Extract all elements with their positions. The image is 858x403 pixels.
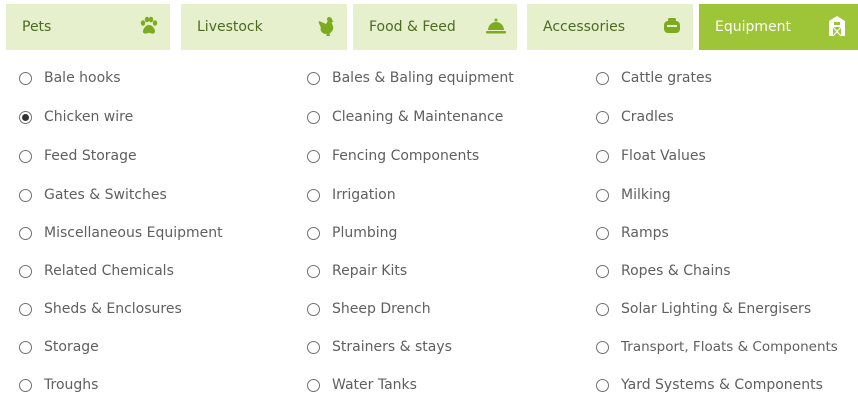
option-bale-hooks[interactable]: Bale hooks [19,66,121,90]
radio-button[interactable] [307,226,320,240]
accessory-icon [661,15,683,37]
option-sheep-drench[interactable]: Sheep Drench [307,297,431,321]
option-plumbing[interactable]: Plumbing [307,221,397,245]
option-label: Ropes & Chains [621,263,731,279]
radio-button[interactable] [19,378,32,392]
tab-equipment[interactable]: Equipment [699,4,858,50]
chicken-icon [315,15,337,37]
radio-button[interactable] [307,149,320,163]
option-label: Miscellaneous Equipment [44,225,223,241]
option-label: Irrigation [332,187,396,203]
tab-pets[interactable]: Pets [6,4,170,50]
option-repair-kits[interactable]: Repair Kits [307,259,407,283]
tab-label: Livestock [197,19,263,35]
option-label: Related Chemicals [44,263,174,279]
option-storage[interactable]: Storage [19,335,99,359]
option-label: Transport, Floats & Components [621,339,838,355]
radio-button[interactable] [19,226,32,240]
option-milking[interactable]: Milking [596,183,671,207]
radio-button[interactable] [307,378,320,392]
tab-accessories[interactable]: Accessories [527,4,693,50]
option-ropes-chains[interactable]: Ropes & Chains [596,259,731,283]
tab-label: Equipment [715,19,791,35]
option-transport-floats-components[interactable]: Transport, Floats & Components [596,335,838,359]
option-label: Plumbing [332,225,398,241]
option-cleaning-maintenance[interactable]: Cleaning & Maintenance [307,105,503,129]
option-label: Feed Storage [44,148,137,164]
option-label: Repair Kits [332,263,408,279]
option-label: Float Values [621,148,706,164]
radio-button[interactable] [307,188,320,202]
radio-button[interactable] [596,71,609,85]
tab-label: Food & Feed [369,19,456,35]
tab-food-feed[interactable]: Food & Feed [353,4,517,50]
option-label: Water Tanks [332,377,417,393]
option-label: Cradles [621,109,674,125]
equipment-options: Bale hooks Chicken wire Feed Storage Gat… [0,60,858,403]
option-sheds-enclosures[interactable]: Sheds & Enclosures [19,297,182,321]
radio-button[interactable] [307,302,320,316]
option-label: Milking [621,187,671,203]
radio-button[interactable] [307,264,320,278]
radio-button[interactable] [596,188,609,202]
option-label: Sheds & Enclosures [44,301,182,317]
option-chicken-wire[interactable]: Chicken wire [19,105,133,129]
barn-icon [826,15,848,37]
radio-button[interactable] [596,302,609,316]
option-miscellaneous-equipment[interactable]: Miscellaneous Equipment [19,221,223,245]
radio-button-selected[interactable] [19,110,32,124]
option-label: Cattle grates [621,70,712,86]
radio-button[interactable] [19,264,32,278]
option-float-values[interactable]: Float Values [596,144,706,168]
option-cradles[interactable]: Cradles [596,105,674,129]
radio-button[interactable] [19,340,32,354]
option-label: Troughs [44,377,99,393]
option-label: Ramps [621,225,669,241]
radio-button[interactable] [596,264,609,278]
option-solar-lighting-energisers[interactable]: Solar Lighting & Energisers [596,297,811,321]
category-tabs: Pets Livestock Food & Feed Accessories E… [6,4,858,50]
option-label: Chicken wire [44,109,134,125]
option-strainers-stays[interactable]: Strainers & stays [307,335,452,359]
option-troughs[interactable]: Troughs [19,373,98,397]
food-dome-icon [485,15,507,37]
option-label: Strainers & stays [332,339,452,355]
option-cattle-grates[interactable]: Cattle grates [596,66,712,90]
paw-icon [138,15,160,37]
radio-button[interactable] [19,188,32,202]
option-gates-switches[interactable]: Gates & Switches [19,183,167,207]
radio-button[interactable] [596,149,609,163]
option-label: Solar Lighting & Energisers [621,301,812,317]
option-label: Yard Systems & Components [621,377,823,393]
radio-button[interactable] [596,378,609,392]
option-fencing-components[interactable]: Fencing Components [307,144,479,168]
radio-button[interactable] [307,110,320,124]
radio-button[interactable] [19,302,32,316]
option-feed-storage[interactable]: Feed Storage [19,144,137,168]
option-label: Cleaning & Maintenance [332,109,504,125]
option-label: Sheep Drench [332,301,431,317]
tab-livestock[interactable]: Livestock [181,4,347,50]
option-water-tanks[interactable]: Water Tanks [307,373,417,397]
option-label: Gates & Switches [44,187,167,203]
option-label: Bales & Baling equipment [332,70,514,86]
option-bales-baling-equipment[interactable]: Bales & Baling equipment [307,66,514,90]
radio-button[interactable] [596,110,609,124]
option-ramps[interactable]: Ramps [596,221,669,245]
tab-label: Pets [22,19,52,35]
option-label: Bale hooks [44,70,121,86]
radio-button[interactable] [596,340,609,354]
option-irrigation[interactable]: Irrigation [307,183,396,207]
option-label: Storage [44,339,99,355]
radio-button[interactable] [307,71,320,85]
radio-button[interactable] [19,149,32,163]
tab-label: Accessories [543,19,626,35]
option-related-chemicals[interactable]: Related Chemicals [19,259,174,283]
radio-button[interactable] [307,340,320,354]
option-yard-systems-components[interactable]: Yard Systems & Components [596,373,823,397]
radio-button[interactable] [596,226,609,240]
option-label: Fencing Components [332,148,480,164]
radio-button[interactable] [19,71,32,85]
